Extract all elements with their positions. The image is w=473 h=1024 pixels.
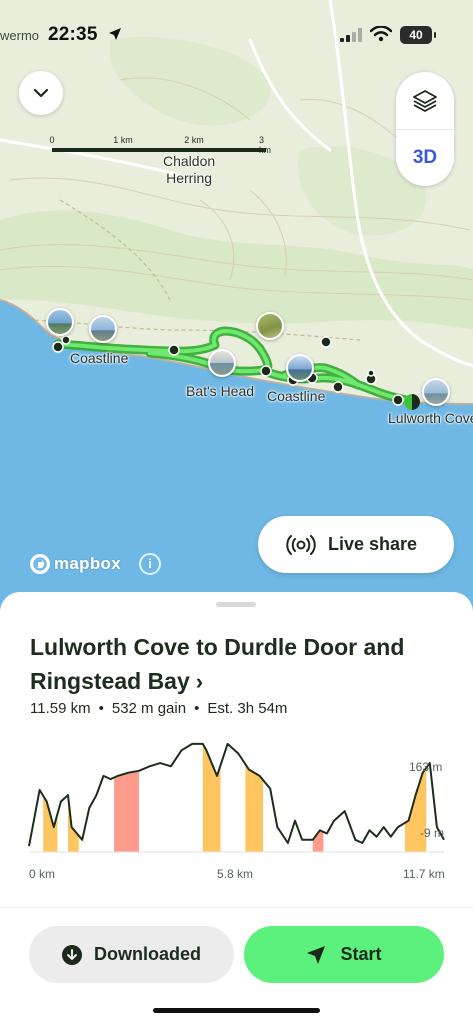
place-label-lulworth-cove: Lulworth Cove bbox=[388, 410, 473, 426]
route-elevation-gain: 532 m gain bbox=[111, 700, 187, 717]
scale-tick: 2 km bbox=[184, 135, 204, 145]
location-arrow-icon bbox=[109, 28, 121, 40]
live-share-label: Live share bbox=[328, 534, 418, 554]
scale-tick: 3 km bbox=[259, 135, 271, 155]
place-label-bats-head: Bat's Head bbox=[186, 383, 255, 399]
info-icon[interactable]: i bbox=[139, 553, 161, 575]
photo-marker[interactable] bbox=[256, 312, 284, 340]
chevron-down-icon bbox=[33, 88, 49, 98]
place-label-coastline-east: Coastline bbox=[267, 388, 326, 404]
status-place-fragment: wermo bbox=[0, 28, 40, 43]
mapbox-logo-icon bbox=[30, 554, 50, 574]
mapbox-logo: mapbox bbox=[29, 553, 121, 575]
photo-marker[interactable] bbox=[46, 308, 74, 336]
collapse-button[interactable] bbox=[19, 71, 63, 115]
photo-marker[interactable] bbox=[422, 378, 450, 406]
3d-toggle-button[interactable]: 3D bbox=[396, 130, 454, 186]
separator-dot: • bbox=[194, 700, 200, 717]
map-controls: 3D bbox=[396, 72, 454, 186]
mapbox-wordmark: mapbox bbox=[54, 554, 121, 573]
downloaded-button[interactable]: Downloaded bbox=[29, 926, 234, 983]
live-share-button[interactable]: Live share bbox=[258, 516, 454, 573]
x-tick-label: 5.8 km bbox=[217, 867, 254, 881]
route-estimated-time: Est. 3h 54m bbox=[207, 700, 288, 717]
photo-marker[interactable] bbox=[208, 349, 236, 377]
layers-icon bbox=[413, 89, 437, 112]
x-tick-label: 0 km bbox=[29, 867, 56, 881]
photo-marker[interactable] bbox=[89, 315, 117, 343]
start-button[interactable]: Start bbox=[244, 926, 444, 983]
footer-divider bbox=[0, 907, 473, 908]
place-label-chaldon-herring: Chaldon Herring bbox=[163, 153, 216, 186]
status-time: 22:35 bbox=[48, 24, 98, 45]
y-tick-label: 163 m bbox=[409, 760, 443, 774]
navigation-arrow-icon bbox=[307, 945, 326, 964]
start-label: Start bbox=[340, 944, 382, 964]
downloaded-label: Downloaded bbox=[94, 944, 201, 964]
home-indicator bbox=[153, 1008, 320, 1013]
scale-tick: 0 bbox=[49, 135, 55, 145]
route-distance: 11.59 km bbox=[30, 700, 91, 717]
steep-section bbox=[114, 770, 139, 852]
x-tick-label: 11.7 km bbox=[403, 867, 445, 881]
route-title-text: Lulworth Cove to Durdle Door and Ringste… bbox=[30, 634, 405, 694]
wifi-icon bbox=[370, 26, 392, 42]
route-title[interactable]: Lulworth Cove to Durdle Door and Ringste… bbox=[30, 630, 450, 699]
cellular-signal-icon bbox=[340, 28, 362, 42]
broadcast-icon bbox=[286, 534, 316, 555]
status-bar: wermo 22:35 40 bbox=[0, 0, 473, 60]
elevation-line bbox=[28, 742, 445, 847]
scale-tick: 1 km bbox=[113, 135, 133, 145]
route-bottom-sheet: Lulworth Cove to Durdle Door and Ringste… bbox=[0, 592, 473, 1024]
map-view[interactable]: Chaldon Herring Coastline Bat's Head Coa… bbox=[0, 0, 473, 620]
photo-marker[interactable] bbox=[286, 354, 314, 382]
place-label-coastline-west: Coastline bbox=[70, 350, 129, 366]
y-tick-label: -9 m bbox=[420, 826, 444, 840]
sheet-grabber[interactable] bbox=[216, 602, 256, 607]
battery-indicator: 40 bbox=[400, 26, 436, 44]
route-stats: 11.59 km • 532 m gain • Est. 3h 54m bbox=[30, 700, 287, 717]
steep-section bbox=[202, 743, 221, 852]
download-arrow-icon bbox=[62, 944, 82, 965]
layers-button[interactable] bbox=[396, 72, 454, 129]
elevation-chart[interactable]: 163 m -9 m 0 km 5.8 km 11.7 km bbox=[0, 732, 473, 892]
scale-bar-line bbox=[52, 148, 266, 152]
separator-dot: • bbox=[98, 700, 104, 717]
map-scale-bar: 0 1 km 2 km 3 km bbox=[49, 134, 271, 155]
chevron-right-icon: › bbox=[195, 669, 204, 694]
